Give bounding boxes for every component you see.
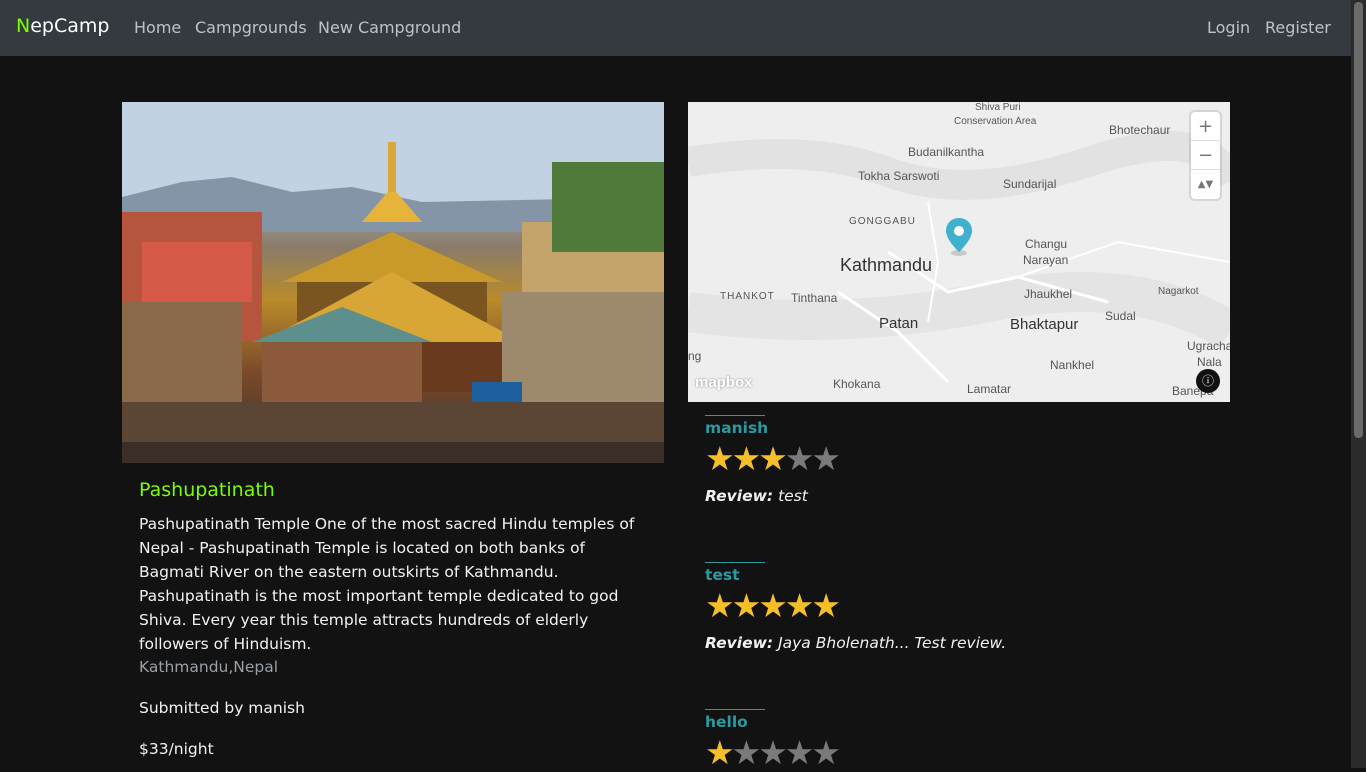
page-scrollbar[interactable] [1351,0,1366,768]
compass-button[interactable]: ▲▼ [1191,170,1220,199]
star-empty-icon: ★ [731,733,762,772]
nav-new-campground-link[interactable]: New Campground [318,18,461,37]
map-label-sudal: Sudal [1105,309,1136,323]
map-label-ng: ng [688,349,702,363]
campground-photo [122,102,664,463]
nav-register-link[interactable]: Register [1265,18,1331,37]
star-filled-icon: ★ [705,439,735,478]
star-empty-icon: ★ [784,439,815,478]
star-empty-icon: ★ [758,733,788,772]
location-pin-icon[interactable] [944,216,974,256]
map-controls: + − ▲▼ [1191,112,1220,199]
map-label-shivapuri: Shiva Puri [975,102,1021,113]
mapbox-logo[interactable]: mapbox [695,374,753,391]
star-filled-icon: ★ [758,586,788,625]
review-card: manish ★★★★★ Review: test [705,415,841,505]
map-label-lamatar: Lamatar [967,382,1012,396]
star-empty-icon: ★ [784,733,815,772]
star-empty-icon: ★ [811,439,841,478]
map-label-jhaukhel: Jhaukhel [1024,287,1073,301]
review-author: hello [705,713,748,731]
map-label-nagarkot: Nagarkot [1158,286,1199,297]
map-label-bhaktapur: Bhaktapur [1010,316,1079,333]
star-filled-icon: ★ [811,586,841,625]
campground-title: Pashupatinath [139,479,275,501]
review-text: Review: test [705,487,838,505]
map-label-khokana: Khokana [833,377,881,391]
review-text: Review: Jaya Bholenath... Test review. [705,634,1006,652]
navbar: NepCamp Home Campgrounds New Campground … [0,0,1351,56]
review-divider [705,415,765,416]
map-label-tinthana: Tinthana [791,291,838,305]
star-filled-icon: ★ [731,586,762,625]
map-label-nala: Nala [1197,355,1222,369]
map-label-ugracha: Ugracha [1187,339,1230,353]
review-stars: ★★★★★ [705,588,1006,624]
zoom-out-button[interactable]: − [1191,141,1220,170]
map-label-tokha: Tokha Sarswoti [858,169,940,183]
temple-illustration [122,102,664,463]
map-label-gonggabu: GONGGABU [849,216,916,227]
campground-price: $33/night [139,740,214,758]
review-label: Review: [705,487,774,505]
brand-initial: N [16,15,31,37]
zoom-in-button[interactable]: + [1191,112,1220,141]
map-label-budanilkantha: Budanilkantha [908,145,985,159]
star-filled-icon: ★ [758,439,788,478]
review-author: test [705,566,740,584]
star-filled-icon: ★ [784,586,815,625]
review-author: manish [705,419,769,437]
star-filled-icon: ★ [705,586,735,625]
map-label-changu: Changu [1025,237,1068,251]
map-label-conservation: Conservation Area [954,116,1037,127]
review-stars: ★★★★★ [705,733,841,772]
review-stars: ★★★★★ [705,439,841,478]
map-label-thankot: THANKOT [720,291,775,302]
campground-description: Pashupatinath Temple One of the most sac… [139,515,635,653]
map-label-patan: Patan [879,315,919,332]
star-empty-icon: ★ [811,733,841,772]
review-label: Review: [705,634,774,652]
review-card: test ★★★★★ Review: Jaya Bholenath... Tes… [705,562,1006,652]
review-card: hello ★★★★★ [705,709,841,772]
review-divider [705,562,765,563]
campground-location: Kathmandu,Nepal [139,658,279,676]
scrollbar-thumb[interactable] [1354,2,1363,438]
nav-login-link[interactable]: Login [1207,18,1250,37]
star-filled-icon: ★ [705,733,735,772]
review-body: test [778,487,808,505]
campground-map[interactable]: Shiva Puri Conservation Area Bhotechaur … [688,102,1230,402]
review-divider [705,709,765,710]
star-filled-icon: ★ [731,439,762,478]
nav-campgrounds-link[interactable]: Campgrounds [195,18,307,37]
brand-name: epCamp [30,15,110,37]
brand-logo[interactable]: NepCamp [16,15,109,37]
nav-home-link[interactable]: Home [134,18,181,37]
review-body: Jaya Bholenath... Test review. [778,634,1007,652]
map-label-nankhel: Nankhel [1050,358,1095,372]
campground-submitted-by: Submitted by manish [139,699,305,717]
map-label-sundarijal: Sundarijal [1003,177,1057,191]
map-label-narayan: Narayan [1023,253,1069,267]
map-label-bhotechaur: Bhotechaur [1109,123,1171,137]
map-info-icon[interactable]: ⓘ [1196,369,1220,393]
map-label-kathmandu: Kathmandu [840,255,933,275]
